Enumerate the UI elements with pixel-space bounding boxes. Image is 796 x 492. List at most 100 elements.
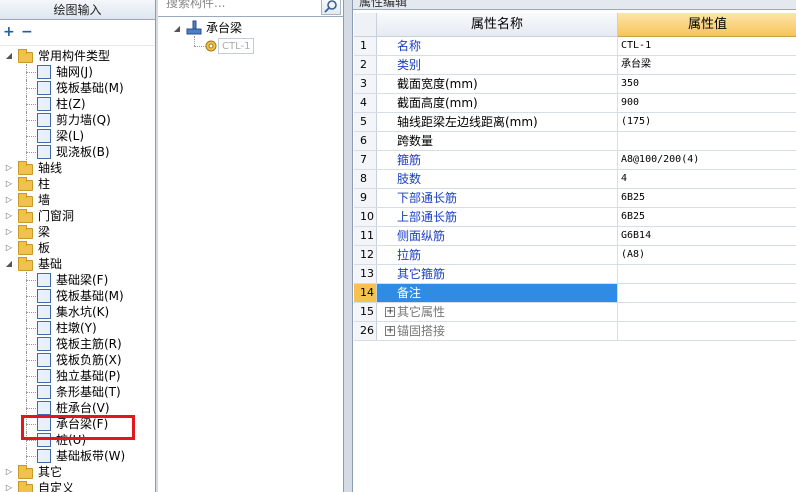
property-editor-tab[interactable]: 属性编辑 — [353, 0, 796, 10]
tree-category-item[interactable]: 墙 — [38, 192, 50, 208]
property-name-cell[interactable]: 截面宽度(mm) — [377, 75, 618, 93]
property-value-cell[interactable] — [618, 132, 796, 150]
tree-component-item[interactable]: 现浇板(B) — [56, 144, 110, 160]
gear-icon — [205, 40, 217, 52]
property-value-cell[interactable]: CTL-1 — [618, 37, 796, 55]
property-row[interactable]: 13 其它箍筋 — [354, 265, 796, 284]
property-value-cell[interactable] — [618, 265, 796, 283]
search-button[interactable] — [321, 0, 341, 15]
property-row[interactable]: 14 备注 — [354, 284, 796, 303]
property-row[interactable]: 26 + 锚固搭接 — [354, 322, 796, 341]
tree-component-item[interactable]: 柱墩(Y) — [56, 320, 97, 336]
property-value-cell[interactable]: (A8) — [618, 246, 796, 264]
property-name-cell[interactable]: 名称 — [377, 37, 618, 55]
property-name-header[interactable]: 属性名称 — [377, 13, 618, 37]
property-row[interactable]: 15 + 其它属性 — [354, 303, 796, 322]
tree-component-item[interactable]: 条形基础(T) — [56, 384, 121, 400]
property-name-cell[interactable]: 拉筋 — [377, 246, 618, 264]
property-value-cell[interactable] — [618, 303, 796, 321]
tree-component-item[interactable]: 独立基础(P) — [56, 368, 121, 384]
property-row[interactable]: 2 类别 承台梁 — [354, 56, 796, 75]
search-bar[interactable]: 搜索构件... — [158, 0, 343, 17]
tree-component-item[interactable]: 基础板带(W) — [56, 448, 125, 464]
tree-category-item[interactable]: 基础 — [38, 256, 62, 272]
expand-arrow-icon[interactable]: ▷ — [4, 211, 14, 221]
property-name-cell[interactable]: 侧面纵筋 — [377, 227, 618, 245]
tree-root-label[interactable]: 承台梁 — [206, 20, 242, 36]
tree-category-item[interactable]: 轴线 — [38, 160, 62, 176]
property-value-cell[interactable] — [618, 284, 796, 302]
property-name-cell[interactable]: + 其它属性 — [377, 303, 618, 321]
expand-arrow-icon[interactable]: ▷ — [4, 243, 14, 253]
property-row[interactable]: 10 上部通长筋 6B25 — [354, 208, 796, 227]
property-name-cell[interactable]: 跨数量 — [377, 132, 618, 150]
property-name-cell[interactable]: 上部通长筋 — [377, 208, 618, 226]
tree-component-item[interactable]: 筏板主筋(R) — [56, 336, 122, 352]
search-input[interactable]: 搜索构件... — [166, 0, 225, 11]
property-value-cell[interactable]: 350 — [618, 75, 796, 93]
tree-component-item[interactable]: 轴网(J) — [56, 64, 93, 80]
tree-component-item[interactable]: 柱(Z) — [56, 96, 86, 112]
property-value-cell[interactable] — [618, 322, 796, 340]
folder-icon — [18, 225, 33, 239]
property-name-cell[interactable]: 肢数 — [377, 170, 618, 188]
property-value-cell[interactable]: 6B25 — [618, 189, 796, 207]
tree-component-item[interactable]: 基础梁(F) — [56, 272, 108, 288]
column-icon — [37, 97, 51, 111]
tree-category-item[interactable]: 梁 — [38, 224, 50, 240]
property-value-cell[interactable]: G6B14 — [618, 227, 796, 245]
property-name-cell[interactable]: 下部通长筋 — [377, 189, 618, 207]
property-name-cell[interactable]: 其它箍筋 — [377, 265, 618, 283]
collapse-arrow-icon[interactable]: ◢ — [4, 51, 14, 61]
property-value-cell[interactable]: 4 — [618, 170, 796, 188]
property-name-cell[interactable]: 类别 — [377, 56, 618, 74]
property-value-cell[interactable]: 900 — [618, 94, 796, 112]
tree-category-item[interactable]: 门窗洞 — [38, 208, 74, 224]
property-name-cell[interactable]: 轴线距梁左边线距离(mm) — [377, 113, 618, 131]
property-row[interactable]: 1 名称 CTL-1 — [354, 37, 796, 56]
collapse-arrow-icon[interactable]: ◢ — [172, 24, 182, 34]
property-row[interactable]: 3 截面宽度(mm) 350 — [354, 75, 796, 94]
tree-component-item[interactable]: 剪力墙(Q) — [56, 112, 111, 128]
property-row[interactable]: 12 拉筋 (A8) — [354, 246, 796, 265]
tree-component-item[interactable]: 梁(L) — [56, 128, 84, 144]
tree-component-item[interactable]: 筏板基础(M) — [56, 80, 124, 96]
collapse-all-icon[interactable]: − — [21, 25, 37, 39]
property-row[interactable]: 4 截面高度(mm) 900 — [354, 94, 796, 113]
tree-child-ctl-1[interactable]: CTL-1 — [218, 38, 255, 54]
tree-category-item[interactable]: 柱 — [38, 176, 50, 192]
property-name-cell[interactable]: 箍筋 — [377, 151, 618, 169]
tree-category-item[interactable]: 板 — [38, 240, 50, 256]
expand-arrow-icon[interactable]: ▷ — [4, 163, 14, 173]
property-value-header[interactable]: 属性值 — [618, 13, 796, 37]
expand-arrow-icon[interactable]: ▷ — [4, 179, 14, 189]
property-row[interactable]: 6 跨数量 — [354, 132, 796, 151]
collapse-arrow-icon[interactable]: ◢ — [4, 259, 14, 269]
expand-group-icon[interactable]: + — [385, 307, 395, 317]
property-row[interactable]: 11 侧面纵筋 G6B14 — [354, 227, 796, 246]
property-row[interactable]: 7 箍筋 A8@100/200(4) — [354, 151, 796, 170]
tree-component-item[interactable]: 筏板负筋(X) — [56, 352, 122, 368]
tree-category-item[interactable]: 常用构件类型 — [38, 48, 110, 64]
tree-component-item[interactable]: 筏板基础(M) — [56, 288, 124, 304]
property-value-cell[interactable]: 6B25 — [618, 208, 796, 226]
expand-arrow-icon[interactable]: ▷ — [4, 195, 14, 205]
property-name-cell[interactable]: 备注 — [377, 284, 618, 302]
tree-category-item[interactable]: 自定义 — [38, 480, 74, 492]
tree-component-item[interactable]: 集水坑(K) — [56, 304, 109, 320]
property-value-cell[interactable]: 承台梁 — [618, 56, 796, 74]
property-row[interactable]: 9 下部通长筋 6B25 — [354, 189, 796, 208]
expand-all-icon[interactable]: + — [3, 25, 19, 39]
expand-arrow-icon[interactable]: ▷ — [4, 483, 14, 492]
tree-component-item[interactable]: 桩承台(V) — [56, 400, 110, 416]
expand-group-icon[interactable]: + — [385, 326, 395, 336]
property-row[interactable]: 8 肢数 4 — [354, 170, 796, 189]
property-value-cell[interactable]: A8@100/200(4) — [618, 151, 796, 169]
expand-arrow-icon[interactable]: ▷ — [4, 467, 14, 477]
property-value-cell[interactable]: (175) — [618, 113, 796, 131]
property-name-cell[interactable]: 截面高度(mm) — [377, 94, 618, 112]
property-row[interactable]: 5 轴线距梁左边线距离(mm) (175) — [354, 113, 796, 132]
expand-arrow-icon[interactable]: ▷ — [4, 227, 14, 237]
property-name-cell[interactable]: + 锚固搭接 — [377, 322, 618, 340]
tree-category-item[interactable]: 其它 — [38, 464, 62, 480]
